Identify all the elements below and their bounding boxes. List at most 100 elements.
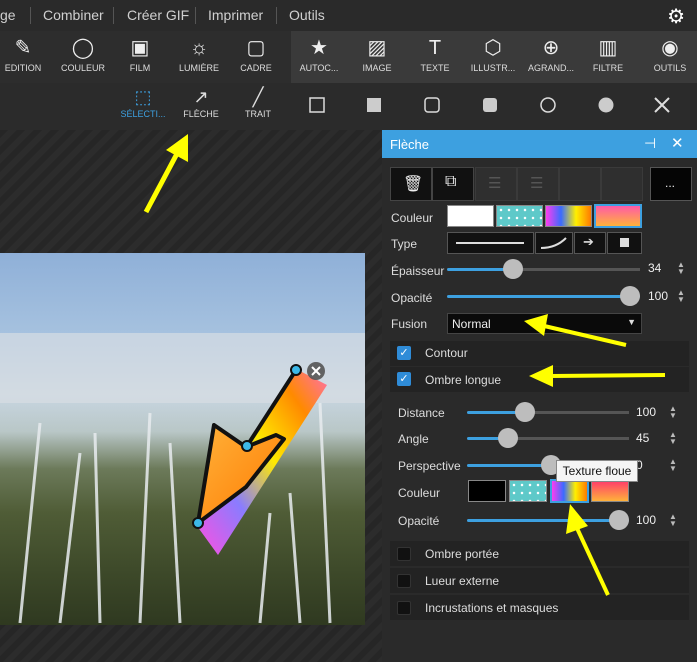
tool-trait[interactable]: ╱ TRAIT [240, 83, 276, 130]
circle-icon: ◯ [71, 37, 95, 59]
trash-icon: 🗑 [403, 176, 424, 193]
annotation-arrow-icon [529, 365, 666, 387]
line-type-straight[interactable] [447, 232, 534, 254]
epaisseur-slider[interactable] [447, 259, 640, 279]
film-icon: ▣ [130, 37, 150, 59]
incrustations-section[interactable]: Incrustations et masques [390, 595, 689, 620]
panel-header: Flèche ⊣ ✕ [382, 130, 697, 158]
line-icon: ╱ [252, 87, 264, 107]
rectangle-filled-icon[interactable] [366, 97, 382, 113]
arrow-tail-type[interactable] [607, 232, 642, 254]
line-type-curve[interactable] [535, 232, 573, 254]
ombre-portee-section[interactable]: Ombre portée [390, 541, 689, 566]
close-icon[interactable] [653, 96, 671, 114]
tool-agrandir[interactable]: ⊕ AGRAND... [524, 31, 578, 83]
duplicate-button[interactable]: ⧉ [432, 167, 474, 201]
tool-autocollant[interactable]: ★ AUTOC... [293, 31, 345, 83]
send-backward-button[interactable]: ☰ [517, 167, 559, 201]
sub-toolbar: ⬚ SÉLECTI... ↗ FLÈCHE ╱ TRAIT [0, 83, 697, 130]
incrustations-checkbox[interactable] [397, 601, 411, 615]
ombre-portee-checkbox[interactable] [397, 547, 411, 561]
sun-icon: ☼ [189, 37, 209, 59]
slider-knob[interactable] [515, 402, 535, 422]
more-button[interactable]: ... [650, 167, 692, 201]
shadow-swatch-black[interactable] [468, 480, 506, 502]
tool-fleche[interactable]: ↗ FLÈCHE [180, 83, 222, 130]
delete-button[interactable]: 🗑 [390, 167, 432, 201]
menu-bar: ge Combiner Créer GIF Imprimer Outils ⚙ [0, 0, 697, 32]
menu-combiner[interactable]: Combiner [43, 7, 104, 23]
tool-image[interactable]: ▨ IMAGE [357, 31, 397, 83]
angle-label: Angle [398, 432, 429, 446]
tool-cadre[interactable]: ▢ CADRE [235, 31, 277, 83]
spinner-arrows-icon[interactable]: ▲ ▼ [669, 458, 677, 473]
tool-selection[interactable]: ⬚ SÉLECTI... [116, 83, 170, 130]
menu-creer-gif[interactable]: Créer GIF [127, 7, 189, 23]
angle-slider[interactable] [467, 428, 629, 448]
tool-filtre[interactable]: ▥ FILTRE [588, 31, 628, 83]
slider-knob[interactable] [503, 259, 523, 279]
tool-illustration[interactable]: ⬡ ILLUSTR... [466, 31, 520, 83]
epaisseur-value: 34 [648, 261, 662, 275]
slider-track [508, 437, 629, 440]
spinner-arrows-icon[interactable]: ▲ ▼ [677, 261, 685, 276]
menu-separator [113, 7, 114, 24]
annotation-arrow-icon [143, 134, 188, 214]
tool-outils[interactable]: ◉ OUTILS [648, 31, 692, 83]
distance-slider[interactable] [467, 402, 629, 422]
rectangle-outline-icon[interactable] [309, 97, 325, 113]
rounded-rect-outline-icon[interactable] [424, 97, 440, 113]
spinner-arrows-icon[interactable]: ▲ ▼ [669, 431, 677, 446]
frame-icon: ▢ [246, 37, 266, 59]
menu-separator [276, 7, 277, 24]
main-toolbar: ✎ EDITION ◯ COULEUR ▣ FILM ☼ LUMIÈRE ▢ CADRE … [0, 31, 697, 83]
rounded-rect-filled-icon[interactable] [482, 97, 498, 113]
panel-title: Flèche [390, 137, 430, 152]
opacite-label: Opacité [391, 291, 433, 305]
tool-lumiere[interactable]: ☼ LUMIÈRE [173, 31, 225, 83]
pin-icon[interactable]: ⊣ [644, 135, 656, 152]
close-icon[interactable]: ✕ [671, 134, 684, 152]
lueur-externe-section[interactable]: Lueur externe [390, 568, 689, 593]
slider-knob[interactable] [498, 428, 518, 448]
color-swatch-white[interactable] [447, 205, 494, 227]
contour-checkbox[interactable]: ✓ [397, 346, 411, 360]
arrowhead-icon: ➔ [583, 234, 594, 249]
menu-image[interactable]: ge [0, 7, 16, 23]
ombre-opacite-label: Opacité [398, 514, 440, 528]
arrow-head-type[interactable]: ➔ [574, 232, 606, 254]
edit-icon: ✎ [14, 37, 32, 59]
circle-outline-icon[interactable] [540, 97, 556, 113]
spinner-arrows-icon[interactable]: ▲ ▼ [669, 513, 677, 528]
slider-track [513, 268, 640, 271]
bring-forward-button[interactable]: ☰ [475, 167, 517, 201]
zoom-icon: ⊕ [542, 37, 560, 59]
send-backward-icon: ☰ [530, 175, 544, 192]
menu-separator [195, 7, 196, 24]
fusion-label: Fusion [391, 317, 428, 331]
menu-imprimer[interactable]: Imprimer [208, 7, 263, 23]
menu-outils[interactable]: Outils [289, 7, 325, 23]
image-icon: ▨ [367, 37, 387, 59]
color-swatch-texture[interactable] [496, 205, 543, 227]
tool-couleur[interactable]: ◯ COULEUR [58, 31, 108, 83]
color-swatch-gradient-selected[interactable] [594, 204, 642, 228]
tool-film[interactable]: ▣ FILM [120, 31, 160, 83]
tool-texte[interactable]: T TEXTE [415, 31, 455, 83]
spinner-arrows-icon[interactable]: ▲ ▼ [677, 289, 685, 304]
tool-edition[interactable]: ✎ EDITION [0, 31, 46, 83]
illustration-icon: ⬡ [484, 37, 502, 59]
opacite-slider[interactable] [447, 286, 640, 306]
spinner-arrows-icon[interactable]: ▲ ▼ [669, 405, 677, 420]
shadow-swatch-texture[interactable] [509, 480, 547, 502]
color-swatch-rainbow[interactable] [545, 205, 592, 227]
circle-filled-icon[interactable] [598, 97, 614, 113]
shadow-swatch-gradient[interactable] [591, 480, 629, 502]
gear-icon[interactable]: ⚙ [667, 4, 685, 29]
lueur-externe-checkbox[interactable] [397, 574, 411, 588]
text-icon: T [428, 37, 442, 59]
slider-knob[interactable] [620, 286, 640, 306]
empty-button [601, 167, 643, 201]
ombre-longue-checkbox[interactable]: ✓ [397, 372, 411, 386]
ombre-opacite-value: 100 [636, 513, 657, 527]
